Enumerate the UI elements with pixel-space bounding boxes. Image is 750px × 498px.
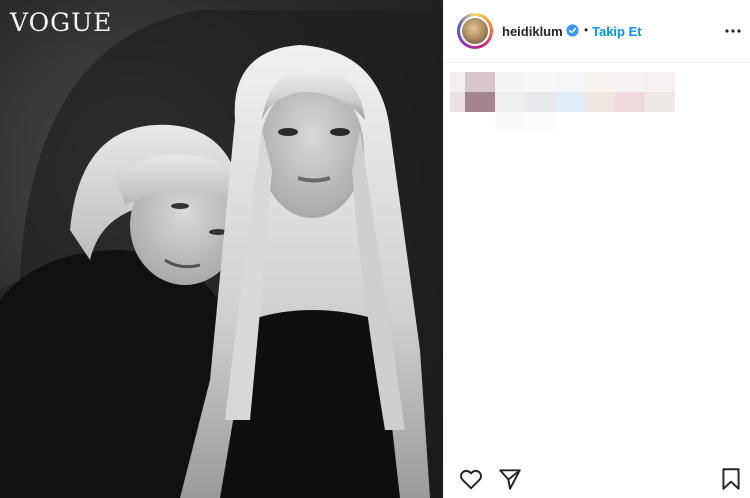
avatar[interactable]: [457, 13, 493, 49]
blurred-caption: [450, 72, 700, 162]
username-link[interactable]: heidiklum: [502, 24, 563, 39]
bookmark-icon[interactable]: [718, 466, 744, 492]
vogue-masthead: VOGUE: [10, 8, 113, 37]
paper-plane-icon[interactable]: [497, 466, 523, 492]
post-actions: [444, 460, 750, 498]
verified-badge-icon: [566, 24, 579, 37]
photo-illustration: [0, 10, 443, 498]
separator-dot: •: [584, 23, 589, 37]
post-header: heidiklum • Takip Et: [444, 0, 750, 63]
heart-icon[interactable]: [458, 466, 484, 492]
post-panel: heidiklum • Takip Et: [443, 0, 750, 498]
more-options-icon[interactable]: [723, 21, 743, 41]
post-photo[interactable]: VOGUE: [0, 0, 443, 498]
follow-button[interactable]: Takip Et: [592, 24, 642, 39]
